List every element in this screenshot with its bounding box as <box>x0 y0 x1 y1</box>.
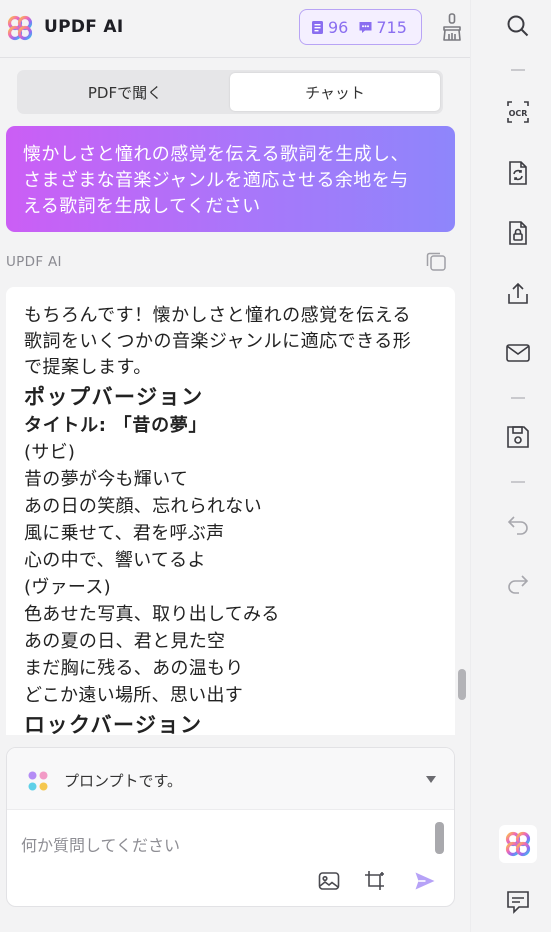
svg-text:OCR: OCR <box>509 109 528 118</box>
prompt-label: プロンプトです。 <box>64 772 183 790</box>
lyric-line: 色あせた写真、取り出してみる <box>24 604 280 625</box>
tab-chat[interactable]: チャット <box>230 73 440 111</box>
question-input[interactable]: 何か質問してください <box>21 832 421 856</box>
right-toolbar: OCR <box>490 0 551 932</box>
send-icon[interactable] <box>413 869 437 893</box>
share-icon[interactable] <box>504 280 532 308</box>
section-heading: ポップバージョン <box>24 385 204 409</box>
copy-icon[interactable] <box>424 249 448 273</box>
prompt-dots-icon <box>28 771 48 791</box>
clear-brush-icon[interactable] <box>440 12 464 42</box>
lyric-line: あの夏の日、君と見た空 <box>24 631 226 652</box>
lyric-line: (ヴァース) <box>24 577 111 598</box>
message-icon <box>359 21 372 33</box>
save-icon[interactable] <box>504 423 532 451</box>
image-upload-icon[interactable] <box>317 869 341 893</box>
redo-icon[interactable] <box>504 568 532 596</box>
chat-scrollbar[interactable] <box>458 669 466 700</box>
updf-ai-icon <box>505 831 531 857</box>
song-title: タイトル: 「昔の夢」 <box>24 415 208 436</box>
document-icon <box>312 20 323 34</box>
lyric-line: まだ胸に残る、あの温もり <box>24 658 244 679</box>
lyric-line: 昔の夢が今も輝いて <box>24 469 189 490</box>
email-icon[interactable] <box>504 339 532 367</box>
convert-icon[interactable] <box>504 159 532 187</box>
message-credits: 715 <box>358 18 407 37</box>
section-heading: ロックバージョン <box>24 713 203 735</box>
undo-icon[interactable] <box>504 509 532 537</box>
toolbar-separator <box>511 397 525 399</box>
reply-intro-line: 歌詞をいくつかの音楽ジャンルに適応できる形 <box>24 331 412 352</box>
lyric-line: (サビ) <box>24 442 76 463</box>
reply-intro-line: もちろんです！懐かしさと憧れの感覚を伝える <box>24 305 412 326</box>
reply-intro-line: で提案します。 <box>24 357 152 378</box>
document-credits: 96 <box>310 18 348 37</box>
chevron-down-icon <box>426 776 436 783</box>
comment-icon[interactable] <box>504 888 532 916</box>
brand-name: UPDF AI <box>44 17 124 37</box>
panel-divider <box>470 0 471 932</box>
user-message-line: さまざまな音楽ジャンルを適応させる余地を与 <box>23 170 409 191</box>
mode-tabs: PDFで聞く チャット <box>17 70 443 114</box>
toolbar-separator <box>511 481 525 483</box>
updf-ai-button[interactable] <box>499 825 537 863</box>
lyric-line: 風に乗せて、君を呼ぶ声 <box>24 523 225 544</box>
toolbar-separator <box>511 69 525 71</box>
ocr-icon[interactable]: OCR <box>504 98 532 126</box>
tab-ask-pdf[interactable]: PDFで聞く <box>20 73 230 111</box>
input-scrollbar[interactable] <box>435 822 444 854</box>
header: UPDF AI 96 715 <box>0 0 470 56</box>
user-message: 懐かしさと憧れの感覚を伝える歌詞を生成し、 さまざまな音楽ジャンルを適応させる余… <box>6 126 455 232</box>
document-credits-count: 96 <box>328 17 349 37</box>
user-message-line: 懐かしさと憧れの感覚を伝える歌詞を生成し、 <box>23 144 409 165</box>
composer: プロンプトです。 何か質問してください <box>6 747 455 907</box>
search-icon[interactable] <box>504 12 532 40</box>
screenshot-crop-icon[interactable] <box>363 869 387 893</box>
ai-reply: もちろんです！懐かしさと憧れの感覚を伝える 歌詞をいくつかの音楽ジャンルに適応で… <box>6 287 455 735</box>
lyric-line: あの日の笑顔、忘れられない <box>24 496 262 517</box>
prompt-selector[interactable]: プロンプトです。 <box>7 748 454 810</box>
ai-chat-panel: UPDF AI 96 715 PDFで聞く チャット 懐かしさと憧れの感覚を伝え… <box>0 0 470 932</box>
credits-badge[interactable]: 96 715 <box>299 9 422 45</box>
header-divider <box>0 57 470 58</box>
user-message-line: える歌詞を生成してください <box>23 196 261 217</box>
protect-icon[interactable] <box>504 219 532 247</box>
message-credits-count: 715 <box>376 17 407 37</box>
lyric-line: 心の中で、響いてるよ <box>24 550 206 571</box>
updf-logo-icon <box>7 15 33 41</box>
lyric-line: どこか遠い場所、思い出す <box>24 685 244 706</box>
ai-sender-label: UPDF AI <box>6 254 62 270</box>
